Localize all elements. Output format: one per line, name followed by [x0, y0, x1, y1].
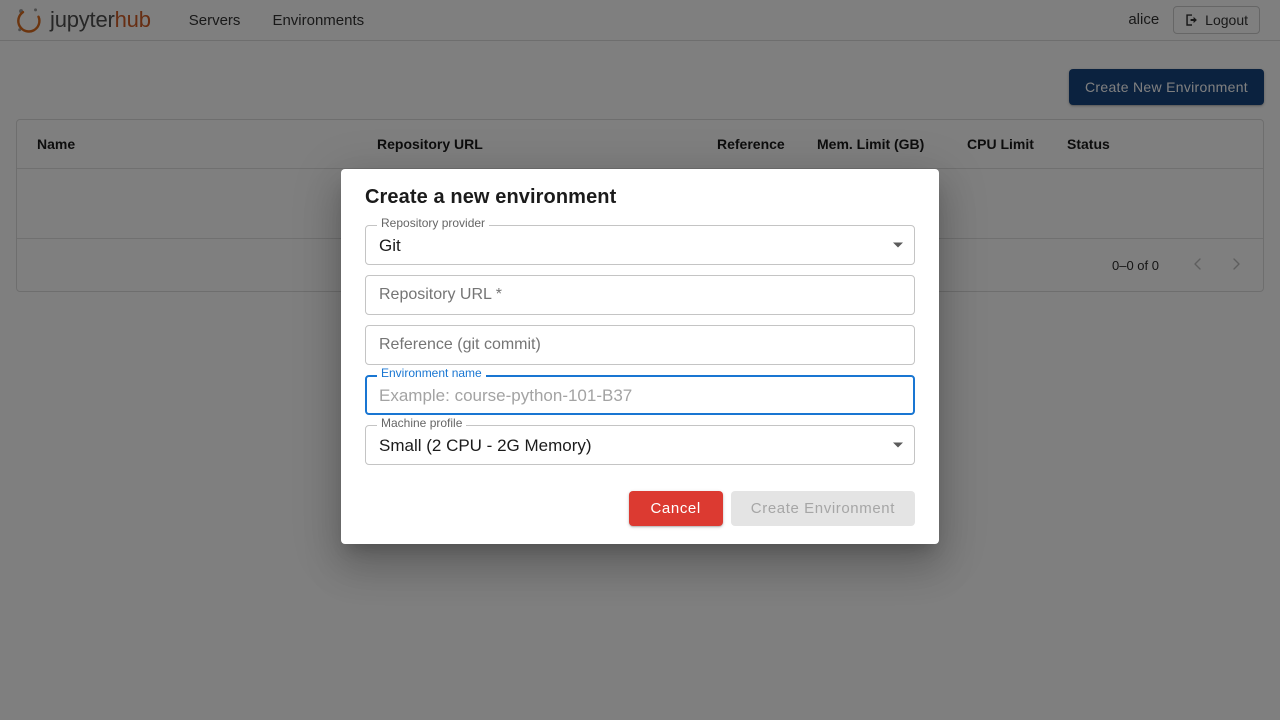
machine-profile-select[interactable]: Small (2 CPU - 2G Memory): [365, 425, 915, 465]
dialog-title: Create a new environment: [341, 169, 939, 219]
environment-name-field[interactable]: Environment name Example: course-python-…: [365, 375, 915, 415]
repository-provider-select[interactable]: Git: [365, 225, 915, 265]
environment-name-input[interactable]: Example: course-python-101-B37: [365, 375, 915, 415]
machine-profile-field[interactable]: Machine profile Small (2 CPU - 2G Memory…: [365, 425, 915, 465]
repository-provider-field[interactable]: Repository provider Git: [365, 225, 915, 265]
reference-label: Reference (git commit): [379, 337, 541, 353]
dialog-body: Repository provider Git Repository URL *…: [341, 219, 939, 465]
machine-profile-label: Machine profile: [377, 417, 466, 429]
repository-url-input[interactable]: Repository URL *: [365, 275, 915, 315]
repository-url-label: Repository URL *: [379, 287, 502, 303]
environment-name-label: Environment name: [377, 367, 486, 379]
dialog-actions: Cancel Create Environment: [341, 475, 939, 544]
reference-input[interactable]: Reference (git commit): [365, 325, 915, 365]
create-environment-dialog: Create a new environment Repository prov…: [341, 169, 939, 544]
create-environment-submit-button: Create Environment: [731, 491, 915, 526]
reference-field[interactable]: Reference (git commit): [365, 325, 915, 365]
environment-name-placeholder: Example: course-python-101-B37: [379, 387, 632, 404]
repository-url-field[interactable]: Repository URL *: [365, 275, 915, 315]
repository-provider-label: Repository provider: [377, 217, 489, 229]
repository-provider-value: Git: [379, 237, 401, 254]
machine-profile-value: Small (2 CPU - 2G Memory): [379, 437, 592, 454]
cancel-button[interactable]: Cancel: [629, 491, 723, 526]
